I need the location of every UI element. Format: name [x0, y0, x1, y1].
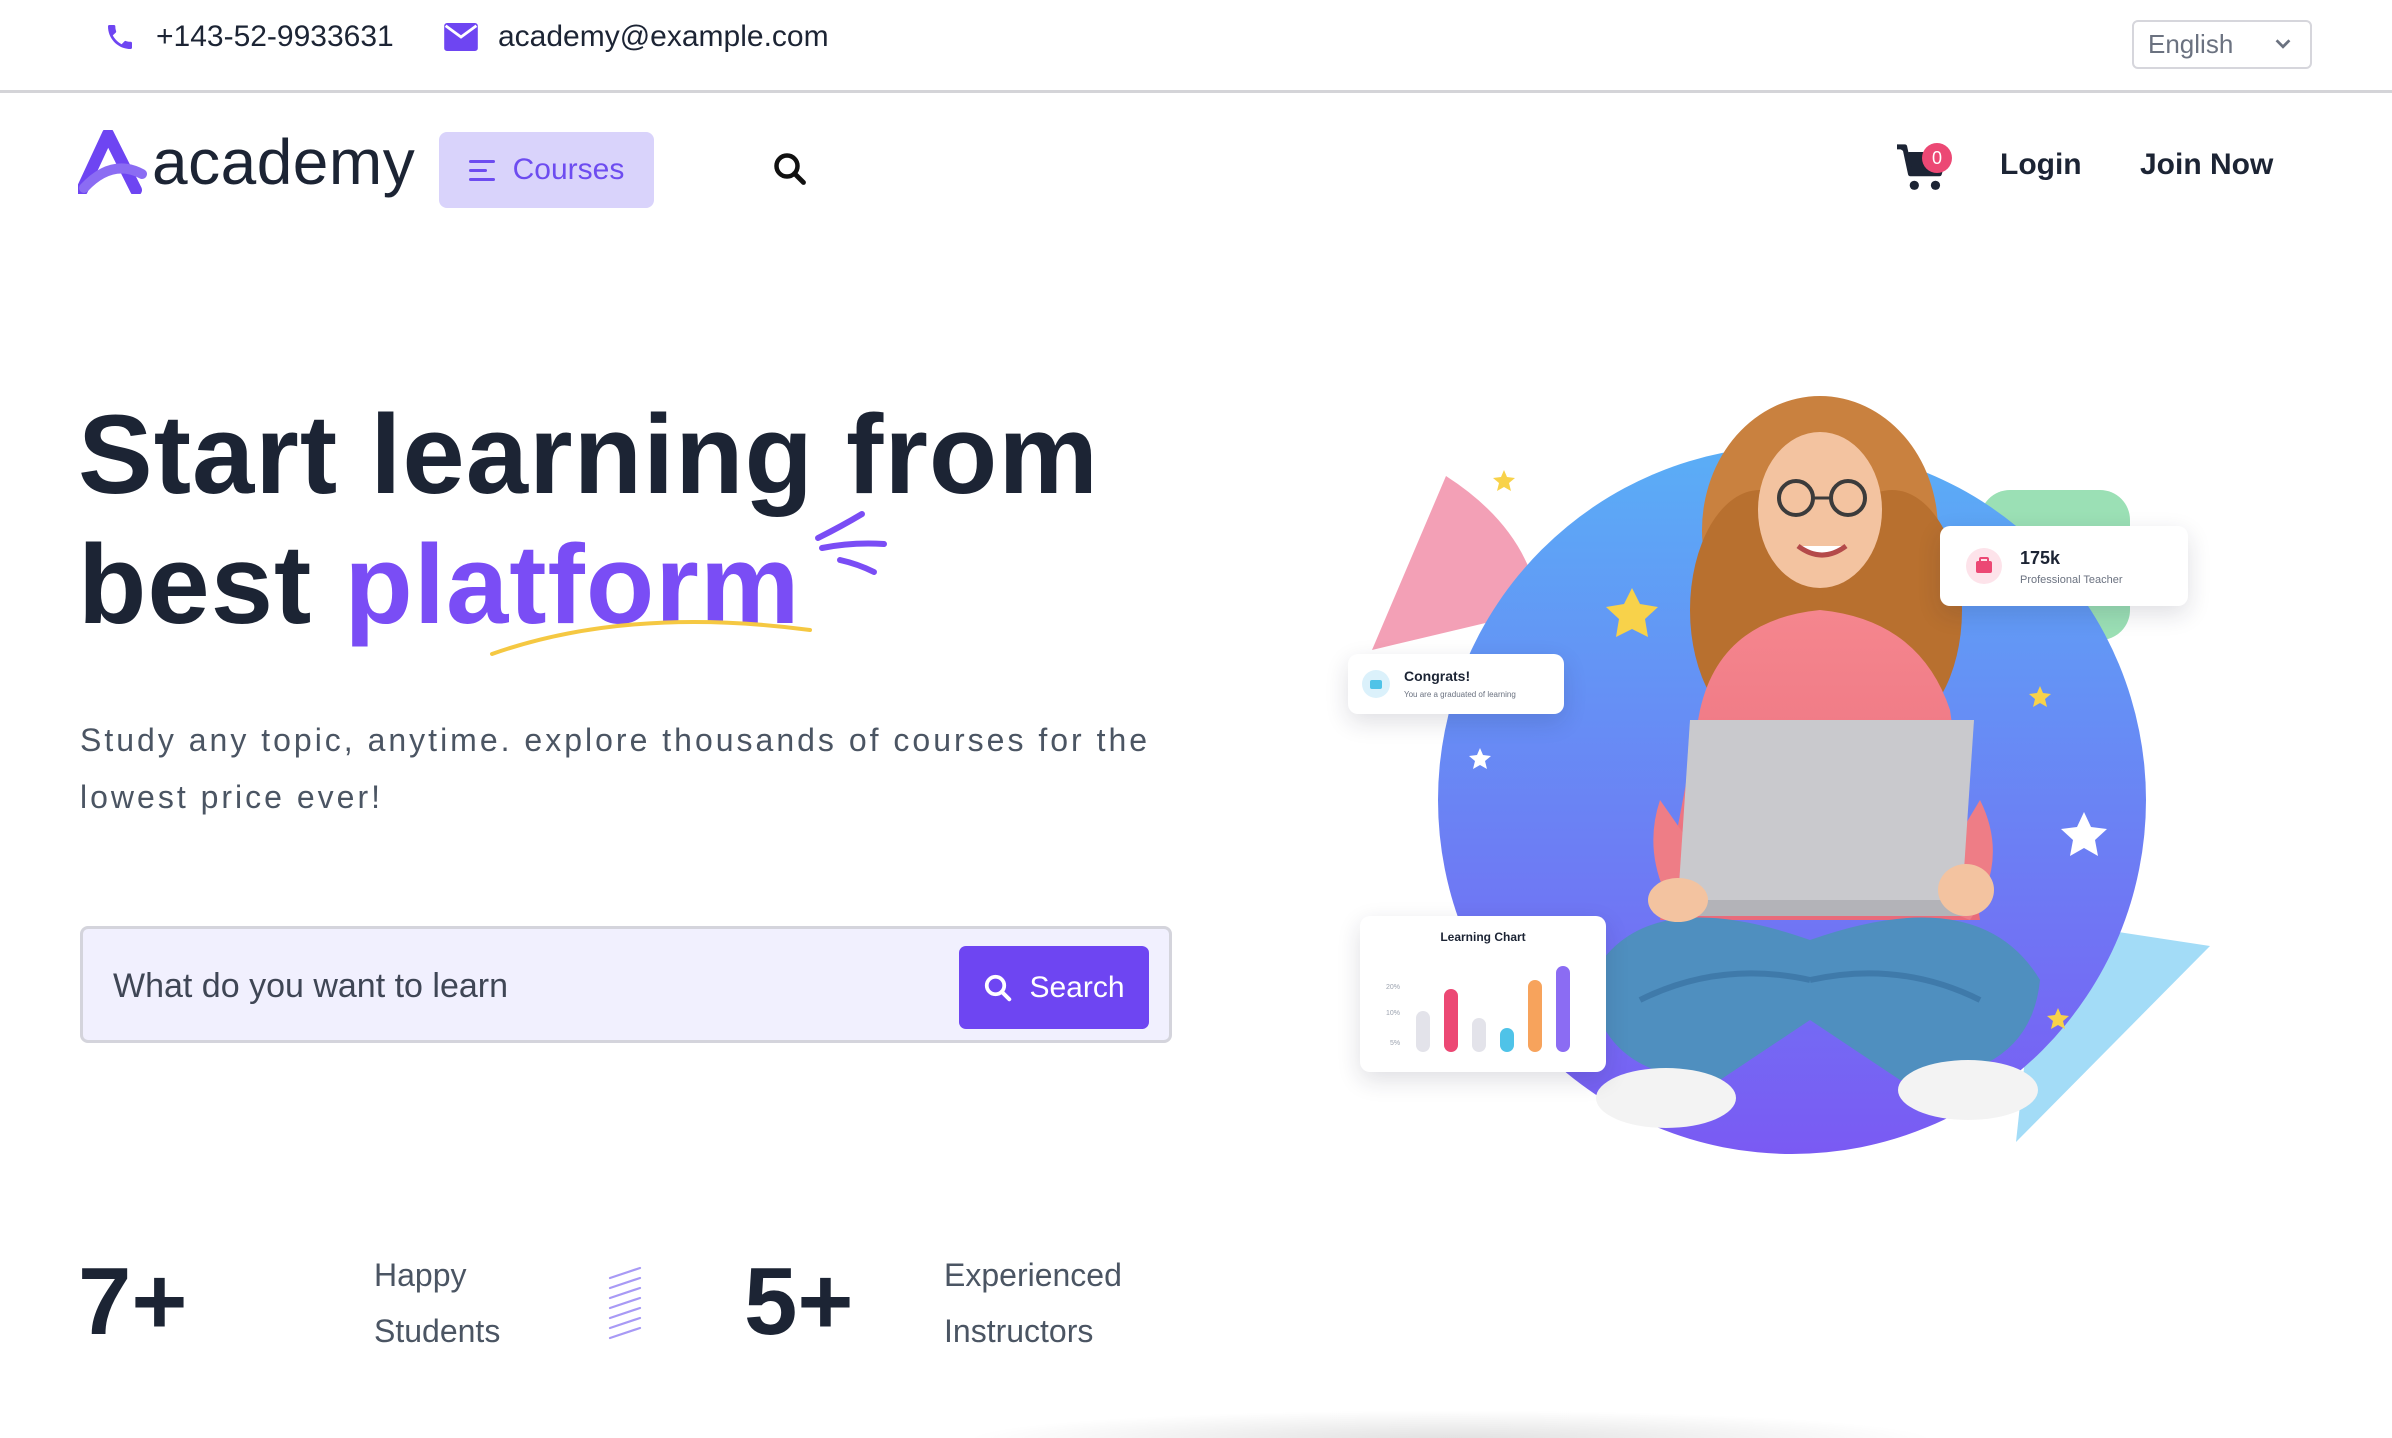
- menu-icon: [468, 160, 495, 181]
- chart-bar: [1416, 1011, 1430, 1052]
- language-select[interactable]: English: [2132, 20, 2312, 69]
- chart-y-tick: 10%: [1386, 1010, 1401, 1017]
- search-button-label: Search: [1029, 970, 1125, 1004]
- phone-icon: [108, 25, 132, 49]
- chevron-down-icon: [2275, 39, 2291, 49]
- congrats-card: Congrats! You are a graduated of learnin…: [1348, 654, 1564, 714]
- briefcase-icon: [1966, 548, 2002, 584]
- underline-swoosh-decoration: [490, 620, 812, 656]
- search-icon: [985, 974, 1012, 1001]
- students-label: Happy Students: [374, 1247, 500, 1359]
- sparkle-decoration: [815, 511, 887, 575]
- logo-text: academy: [152, 126, 416, 198]
- login-link[interactable]: Login: [2000, 148, 2082, 182]
- congrats-title: Congrats!: [1404, 668, 1471, 684]
- chart-y-tick: 20%: [1386, 984, 1401, 991]
- chart-bar: [1556, 966, 1570, 1052]
- congrats-subtitle: You are a graduated of learning: [1404, 690, 1516, 699]
- headline-line2-plain: best: [78, 522, 313, 647]
- chart-bar: [1528, 980, 1542, 1052]
- course-search-input[interactable]: [113, 951, 993, 1021]
- email-contact[interactable]: academy@example.com: [444, 20, 829, 54]
- instructors-count: 5+: [744, 1248, 854, 1355]
- cart-count-badge: 0: [1922, 143, 1952, 173]
- instructors-label: Experienced Instructors: [944, 1247, 1122, 1359]
- mail-icon: [444, 23, 478, 51]
- students-count: 7+: [78, 1248, 188, 1355]
- instructors-label-line1: Experienced: [944, 1257, 1122, 1293]
- teacher-stat-card: 175k Professional Teacher: [1940, 526, 2188, 606]
- students-label-line1: Happy: [374, 1257, 467, 1293]
- top-bar: +143-52-9933631 academy@example.com Engl…: [0, 0, 2392, 93]
- chart-bar: [1444, 989, 1458, 1052]
- instructors-label-line2: Instructors: [944, 1313, 1094, 1349]
- hero-illustration: 175k Professional Teacher Congrats! You …: [1340, 360, 2240, 1180]
- search-icon[interactable]: [772, 151, 808, 187]
- teacher-label: Professional Teacher: [2020, 574, 2123, 586]
- hero-subtitle: Study any topic, anytime. explore thousa…: [80, 722, 1151, 815]
- email-address: academy@example.com: [498, 20, 829, 53]
- chart-y-tick: 5%: [1390, 1040, 1401, 1047]
- courses-label: Courses: [512, 153, 625, 186]
- headline-line1: Start learning from: [78, 392, 1099, 517]
- hatch-decoration: [608, 1266, 642, 1340]
- search-button[interactable]: Search: [959, 946, 1149, 1029]
- chart-bar: [1500, 1028, 1514, 1052]
- students-label-line2: Students: [374, 1313, 501, 1349]
- academy-logo-icon: [78, 130, 147, 194]
- logo[interactable]: academy: [78, 130, 415, 194]
- section-shadow: [960, 1410, 1940, 1438]
- course-search-bar: Search: [80, 926, 1172, 1043]
- learning-chart-card: Learning Chart 20% 10% 5%: [1360, 916, 1606, 1072]
- phone-number: +143-52-9933631: [156, 20, 394, 53]
- learning-chart-title: Learning Chart: [1440, 930, 1526, 944]
- graduation-icon: [1362, 670, 1390, 698]
- chart-bar: [1472, 1018, 1486, 1052]
- teacher-count: 175k: [2020, 548, 2061, 568]
- language-value: English: [2148, 29, 2234, 59]
- phone-contact[interactable]: +143-52-9933631: [104, 20, 394, 54]
- join-now-link[interactable]: Join Now: [2140, 148, 2273, 182]
- chart-bars: [1416, 962, 1592, 1052]
- courses-menu-button[interactable]: Courses: [439, 132, 654, 208]
